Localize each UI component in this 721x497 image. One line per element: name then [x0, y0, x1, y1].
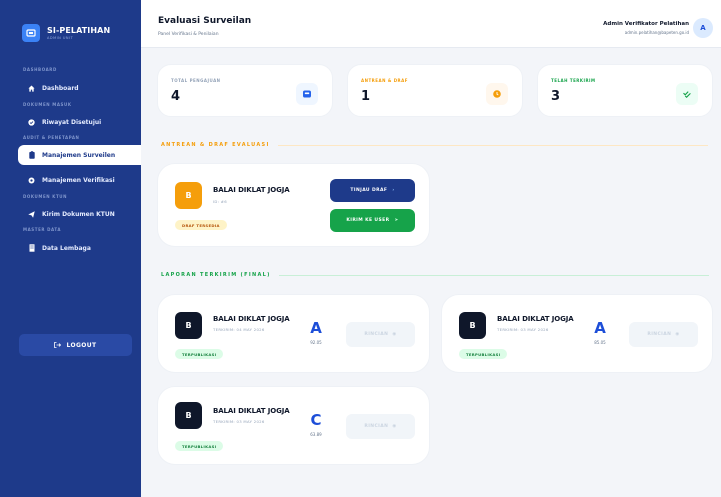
- inbox-icon: [296, 83, 318, 105]
- admin-name: Admin Verifikator Pelatihan: [603, 21, 689, 27]
- button-label: TINJAU DRAF: [350, 188, 388, 193]
- stat-label: TOTAL PENGAJUAN: [171, 78, 221, 83]
- building-icon: [27, 244, 36, 252]
- grade-value: A: [310, 319, 322, 337]
- draft-card: B BALAI DIKLAT JOGJA ID: #6 DRAF TERSEDI…: [157, 163, 430, 247]
- sidebar-item-surveilan[interactable]: Manajemen Surveilen: [18, 145, 141, 165]
- send-icon: [27, 210, 36, 218]
- home-icon: [27, 84, 36, 92]
- institution-logo: B: [175, 182, 202, 209]
- institution-logo: B: [175, 312, 202, 339]
- score-value: 92.05: [310, 340, 322, 345]
- sidebar-item-verifikasi[interactable]: Manajemen Verifikasi: [18, 172, 141, 188]
- button-label: KIRIM KE USER: [346, 218, 390, 223]
- details-button[interactable]: RINCIAN ◉: [346, 322, 415, 347]
- sidebar-item-label: Dashboard: [42, 84, 79, 92]
- grade-value: A: [594, 319, 606, 337]
- sent-date: TERKIRIM: 04 MAY 2026: [213, 327, 265, 332]
- sidebar-item-label: Riwayat Disetujui: [42, 118, 102, 126]
- logout-icon: [54, 342, 62, 348]
- eye-icon: ◉: [392, 332, 397, 337]
- check-circle-icon: [27, 118, 36, 126]
- details-button[interactable]: RINCIAN ◉: [346, 414, 415, 439]
- brand[interactable]: SI-PELATIHAN ADMIN UNIT: [22, 24, 110, 42]
- clock-icon: [486, 83, 508, 105]
- section-label-dokumen-masuk: DOKUMEN MASUK: [23, 102, 72, 107]
- button-label: RINCIAN: [647, 332, 672, 337]
- button-label: RINCIAN: [364, 332, 389, 337]
- section-label-dokumen-ktun: DOKUMEN KTUN: [23, 194, 68, 199]
- section-title-laporan: LAPORAN TERKIRIM (FINAL): [161, 272, 709, 278]
- stat-value: 4: [171, 89, 181, 104]
- section-title-text: ANTREAN & DRAF EVALUASI: [161, 142, 270, 148]
- sidebar-item-label: Manajemen Surveilen: [42, 151, 116, 159]
- avatar[interactable]: A: [693, 18, 713, 38]
- eye-icon: ◉: [675, 332, 680, 337]
- stat-value: 3: [551, 89, 561, 104]
- sidebar: SI-PELATIHAN ADMIN UNIT DASHBOARD Dashbo…: [0, 0, 141, 497]
- logout-button[interactable]: LOGOUT: [19, 334, 132, 356]
- stat-card-antrean: ANTREAN & DRAF 1: [347, 64, 523, 117]
- stat-label: ANTREAN & DRAF: [361, 78, 408, 83]
- institution-logo: B: [175, 402, 202, 429]
- sidebar-item-ktun[interactable]: Kirim Dokumen KTUN: [18, 206, 141, 222]
- logout-label: LOGOUT: [66, 341, 97, 349]
- top-header: Evaluasi Surveilan Panel Verifikasi & Pe…: [141, 0, 721, 48]
- report-card: B BALAI DIKLAT JOGJA TERKIRIM: 04 MAY 20…: [157, 294, 430, 373]
- divider: [278, 274, 709, 276]
- details-button[interactable]: RINCIAN ◉: [629, 322, 698, 347]
- page-subtitle: Panel Verifikasi & Penilaian: [158, 32, 219, 37]
- grade-value: C: [310, 411, 322, 429]
- stat-card-total: TOTAL PENGAJUAN 4: [157, 64, 333, 117]
- arrow-right-icon: ›: [392, 188, 395, 193]
- brand-subtitle: ADMIN UNIT: [47, 36, 74, 40]
- section-label-audit: AUDIT & PENETAPAN: [23, 135, 80, 140]
- admin-email: admin.pelatihan@bapeten.go.id: [624, 30, 689, 35]
- gear-icon: [27, 177, 36, 184]
- button-label: RINCIAN: [364, 424, 389, 429]
- app-logo-icon: [22, 24, 40, 42]
- institution-name: BALAI DIKLAT JOGJA: [213, 315, 290, 323]
- section-title-antrean: ANTREAN & DRAF EVALUASI: [161, 142, 708, 148]
- score-value: 63.89: [310, 432, 322, 437]
- section-label-master: MASTER DATA: [23, 227, 62, 232]
- review-draft-button[interactable]: TINJAU DRAF ›: [330, 179, 415, 202]
- score-value: 85.05: [594, 340, 606, 345]
- institution-name: BALAI DIKLAT JOGJA: [497, 315, 574, 323]
- report-card: B BALAI DIKLAT JOGJA TERKIRIM: 03 MAY 20…: [157, 386, 430, 465]
- sidebar-item-label: Kirim Dokumen KTUN: [42, 210, 115, 218]
- sent-date: TERKIRIM: 03 MAY 2026: [213, 419, 265, 424]
- brand-title: SI-PELATIHAN: [47, 26, 111, 35]
- report-card: B BALAI DIKLAT JOGJA TERKIRIM: 03 MAY 20…: [441, 294, 713, 373]
- double-check-icon: [676, 83, 698, 105]
- send-to-user-button[interactable]: KIRIM KE USER ➤: [330, 209, 415, 232]
- sidebar-item-dashboard[interactable]: Dashboard: [18, 80, 141, 96]
- clipboard-icon: [27, 151, 36, 159]
- status-badge: TERPUBLIKASI: [459, 349, 508, 359]
- page-title: Evaluasi Surveilan: [158, 16, 252, 26]
- institution-name: BALAI DIKLAT JOGJA: [213, 407, 290, 415]
- institution-name: BALAI DIKLAT JOGJA: [213, 186, 290, 194]
- sidebar-item-riwayat[interactable]: Riwayat Disetujui: [18, 114, 141, 130]
- status-badge: TERPUBLIKASI: [175, 441, 224, 451]
- sidebar-item-label: Manajemen Verifikasi: [42, 176, 115, 184]
- stat-card-terkirim: TELAH TERKIRIM 3: [537, 64, 713, 117]
- send-icon: ➤: [394, 218, 399, 223]
- status-badge: DRAF TERSEDIA: [175, 220, 227, 230]
- stat-label: TELAH TERKIRIM: [551, 78, 596, 83]
- sidebar-item-lembaga[interactable]: Data Lembaga: [18, 240, 141, 256]
- section-label-dashboard: DASHBOARD: [23, 67, 57, 72]
- status-badge: TERPUBLIKASI: [175, 349, 224, 359]
- section-title-text: LAPORAN TERKIRIM (FINAL): [161, 272, 271, 278]
- sidebar-item-label: Data Lembaga: [42, 244, 91, 252]
- draft-id: ID: #6: [213, 199, 227, 204]
- divider: [277, 144, 708, 146]
- institution-logo: B: [459, 312, 486, 339]
- stat-value: 1: [361, 89, 371, 104]
- sent-date: TERKIRIM: 03 MAY 2026: [497, 327, 549, 332]
- eye-icon: ◉: [392, 424, 397, 429]
